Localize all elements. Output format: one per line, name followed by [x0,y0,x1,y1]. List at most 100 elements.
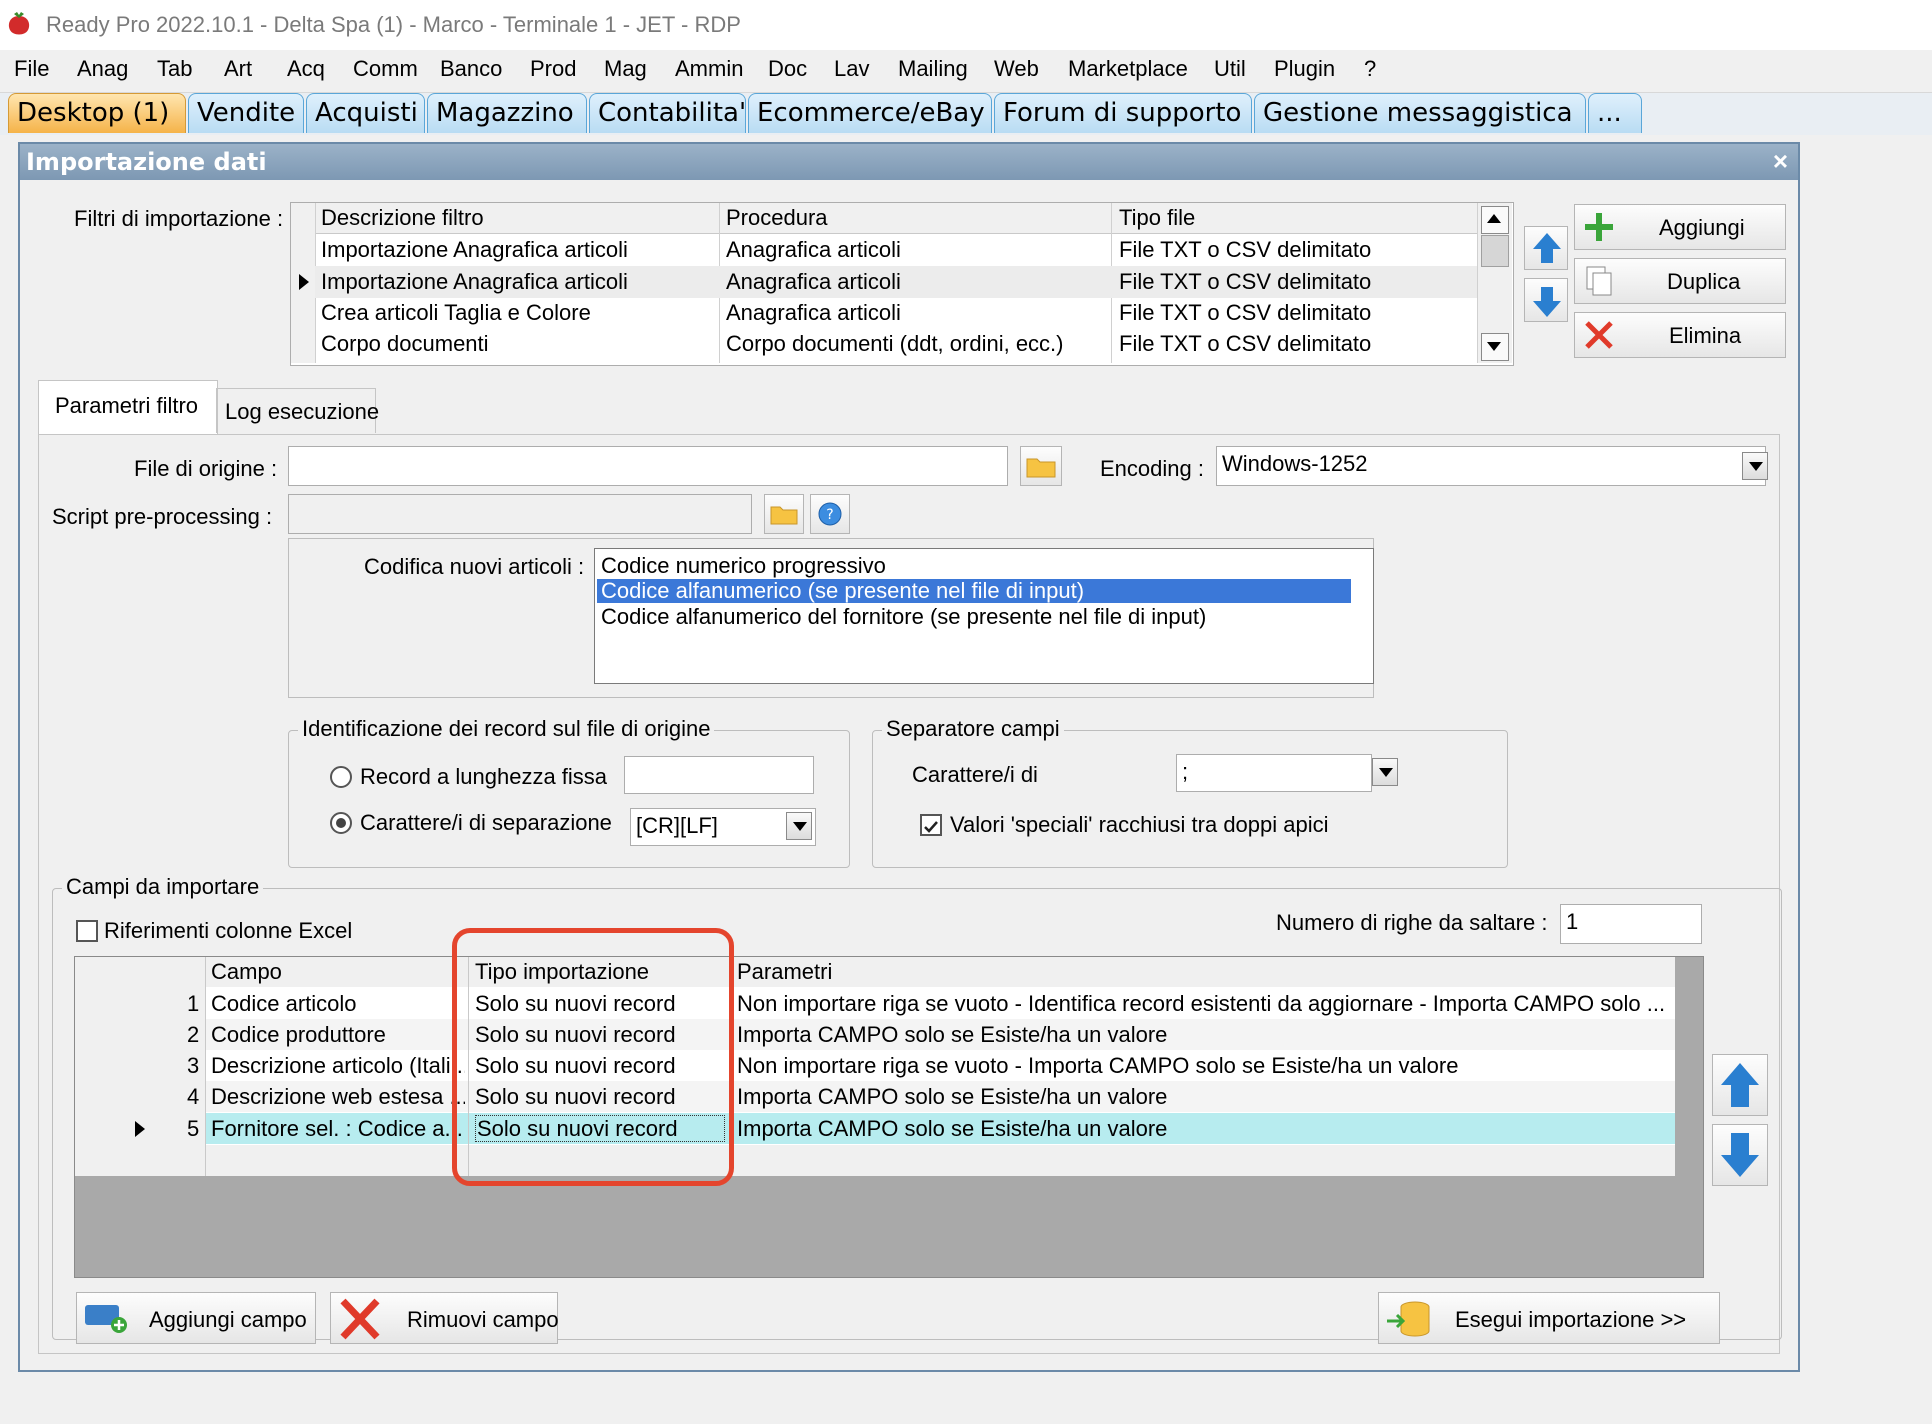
row-number: 4 [187,1084,200,1109]
arrow-up-icon [1721,1063,1759,1107]
tab-log-esecuzione[interactable]: Log esecuzione [216,388,379,433]
menu-plugin[interactable]: Plugin [1274,56,1335,82]
menu-doc[interactable]: Doc [768,56,807,82]
field-parametri: Importa CAMPO solo se Esiste/ha un valor… [737,1084,1168,1109]
menu-util[interactable]: Util [1214,56,1246,82]
radio-separator[interactable] [330,812,352,834]
script-input[interactable] [288,494,752,534]
add-filter-button[interactable]: Aggiungi [1574,204,1786,250]
browse-script-button[interactable] [764,494,804,534]
row-pointer-icon [299,274,309,290]
codifica-listbox[interactable]: Codice numerico progressivo Codice alfan… [594,548,1374,684]
filter-procedura: Anagrafica articoli [726,237,901,262]
field-campo: Descrizione articolo (Itali... [211,1053,465,1078]
menu-tab[interactable]: Tab [157,56,192,82]
menu-prod[interactable]: Prod [530,56,576,82]
col-tipo-file[interactable]: Tipo file [1119,205,1195,231]
empty-new-row [205,1145,1675,1176]
encoding-select[interactable]: Windows-1252 [1216,446,1766,486]
menu-ammin[interactable]: Ammin [675,56,743,82]
arrow-up-icon [1533,233,1561,263]
move-field-up-button[interactable] [1712,1054,1768,1116]
folder-icon [1026,458,1056,478]
tab-more[interactable]: ... [1588,93,1642,133]
run-import-button[interactable]: Esegui importazione >> [1378,1292,1720,1344]
field-parametri: Non importare riga se vuoto - Importa CA… [737,1053,1459,1078]
scroll-up-button[interactable] [1481,206,1509,234]
field-campo: Codice produttore [211,1022,386,1047]
desktop-tab-strip: Desktop (1) Vendite Acquisti Magazzino C… [0,93,1932,135]
remove-field-button[interactable]: Rimuovi campo [330,1292,559,1344]
tab-gestione-messaggistica[interactable]: Gestione messaggistica [1254,93,1586,133]
row-number: 5 [187,1116,200,1141]
arrow-down-icon [1721,1133,1759,1177]
delete-x-icon [1585,321,1613,349]
excel-columns-checkbox[interactable] [76,920,98,942]
tab-ecommerce[interactable]: Ecommerce/eBay [748,93,992,133]
fields-grid: Campo Tipo importazione Parametri 1 Codi… [74,956,1704,1278]
chars-label: Carattere/i di [912,762,1038,787]
delete-filter-button[interactable]: Elimina [1574,312,1786,358]
list-item-selected[interactable]: Codice alfanumerico (se presente nel fil… [601,578,1084,604]
menu-mag[interactable]: Mag [604,56,647,82]
browse-file-button[interactable] [1020,446,1062,486]
col-campo[interactable]: Campo [211,959,282,985]
skip-rows-input[interactable]: 1 [1560,904,1702,944]
title-bar: Ready Pro 2022.10.1 - Delta Spa (1) - Ma… [0,0,1932,50]
fixed-length-input[interactable] [624,756,814,794]
list-item[interactable]: Codice numerico progressivo [601,553,886,579]
field-separator-select[interactable]: ; [1176,754,1372,792]
tab-acquisti[interactable]: Acquisti [306,93,425,133]
radio-fixed-length[interactable] [330,766,352,788]
filter-descrizione: Importazione Anagrafica articoli [321,269,628,294]
annotation-highlight-box [452,928,734,1186]
menu-anag[interactable]: Anag [77,56,128,82]
script-label: Script pre-processing : [52,504,273,529]
chevron-down-icon[interactable] [1742,452,1768,480]
filter-procedura: Anagrafica articoli [726,269,901,294]
chevron-down-icon[interactable] [1372,758,1398,786]
tab-forum[interactable]: Forum di supporto [994,93,1252,133]
col-descrizione-filtro[interactable]: Descrizione filtro [321,205,484,231]
add-field-button[interactable]: Aggiungi campo [76,1292,316,1344]
filter-descrizione: Crea articoli Taglia e Colore [321,300,591,325]
menu-web[interactable]: Web [994,56,1039,82]
menu-lav[interactable]: Lav [834,56,869,82]
source-file-input[interactable] [288,446,1008,486]
tab-parametri-filtro[interactable]: Parametri filtro [38,380,218,435]
close-icon[interactable]: × [1773,146,1788,177]
tab-vendite[interactable]: Vendite [188,93,304,133]
col-parametri[interactable]: Parametri [737,959,832,985]
strawberry-app-icon [8,12,30,35]
duplicate-filter-button[interactable]: Duplica [1574,258,1786,304]
separator-chars-label: Carattere/i di separazione [360,810,612,835]
quotes-checkbox[interactable] [920,814,942,836]
fields-grid-header [75,957,1675,988]
tab-contabilita[interactable]: Contabilita' [589,93,746,133]
move-filter-up-button[interactable] [1524,226,1568,270]
move-field-down-button[interactable] [1712,1124,1768,1186]
chevron-down-icon[interactable] [786,812,812,840]
col-procedura[interactable]: Procedura [726,205,828,231]
move-filter-down-button[interactable] [1524,278,1568,322]
tab-magazzino[interactable]: Magazzino [427,93,587,133]
menu-help[interactable]: ? [1364,56,1376,82]
script-help-button[interactable]: ? [810,494,850,534]
menu-art[interactable]: Art [224,56,252,82]
menu-acq[interactable]: Acq [287,56,325,82]
identification-legend: Identificazione dei record sul file di o… [298,716,715,742]
tab-desktop[interactable]: Desktop (1) [8,93,186,133]
tab-parametri-filtro-label: Parametri filtro [55,393,199,418]
field-separator-fieldset [872,730,1508,868]
menu-mailing[interactable]: Mailing [898,56,968,82]
fields-legend: Campi da importare [62,874,264,900]
row-number: 2 [187,1022,200,1047]
menu-banco[interactable]: Banco [440,56,502,82]
scroll-down-button[interactable] [1481,333,1509,361]
filters-scrollbar[interactable] [1477,203,1512,363]
menu-marketplace[interactable]: Marketplace [1068,56,1188,82]
scroll-thumb[interactable] [1481,235,1509,267]
menu-file[interactable]: File [14,56,49,82]
menu-comm[interactable]: Comm [353,56,418,82]
list-item[interactable]: Codice alfanumerico del fornitore (se pr… [601,604,1206,630]
